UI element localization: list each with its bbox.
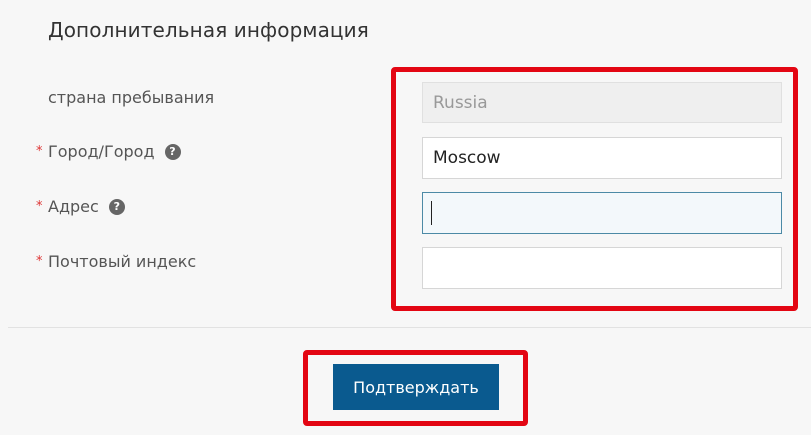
divider — [8, 327, 811, 328]
city-required-mark: * — [36, 144, 43, 159]
city-label: Город/Город — [48, 142, 155, 161]
question-circle-icon[interactable]: ? — [164, 144, 181, 160]
section-title: Дополнительная информация — [48, 18, 369, 42]
city-field[interactable] — [422, 137, 782, 179]
question-circle-icon[interactable]: ? — [108, 199, 125, 215]
address-label: Адрес — [48, 197, 99, 216]
postal-code-field[interactable] — [422, 247, 782, 289]
postal-label: Почтовый индекс — [48, 252, 197, 271]
city-label-row: Город/Город ? — [48, 142, 181, 162]
address-required-mark: * — [36, 199, 43, 214]
address-field[interactable] — [422, 192, 782, 234]
postal-required-mark: * — [36, 254, 43, 269]
text-cursor — [431, 201, 432, 225]
address-label-row: Адрес ? — [48, 197, 125, 217]
country-label: страна пребывания — [48, 88, 215, 107]
country-field — [422, 82, 782, 123]
submit-button[interactable]: Подтверждать — [333, 364, 499, 410]
